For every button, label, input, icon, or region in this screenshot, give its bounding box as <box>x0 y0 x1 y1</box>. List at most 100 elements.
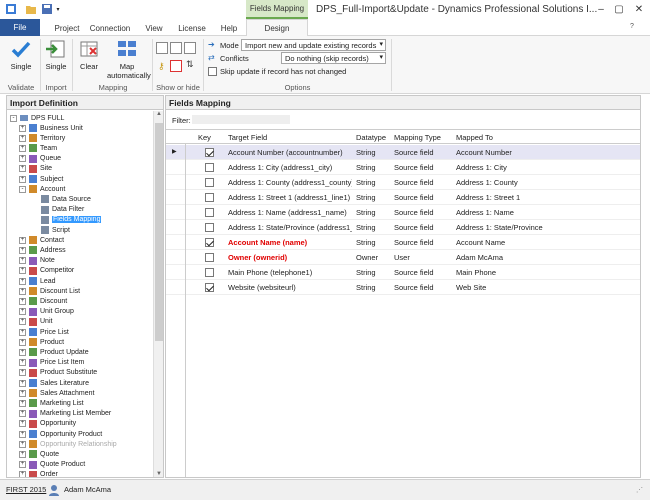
tab-view[interactable]: View <box>140 20 168 36</box>
expand-icon[interactable]: + <box>19 450 26 458</box>
expand-icon[interactable]: + <box>19 246 26 254</box>
column-header-datatype[interactable]: Datatype <box>356 131 386 143</box>
tree-item[interactable]: + Marketing List Member <box>19 409 111 419</box>
expand-icon[interactable]: + <box>19 124 26 132</box>
datatype-cell[interactable]: String <box>356 223 392 232</box>
tree-item[interactable]: + Opportunity Relationship <box>19 439 117 449</box>
tree-item[interactable]: + Competitor <box>19 266 74 276</box>
mapping-type-cell[interactable]: User <box>394 253 454 262</box>
clear-mapping-button[interactable]: Clear <box>76 38 102 71</box>
datatype-cell[interactable]: String <box>356 268 392 277</box>
tab-license[interactable]: License <box>174 20 210 36</box>
tree-item[interactable]: + Sales Literature <box>19 378 89 388</box>
tab-help[interactable]: Help <box>216 20 242 36</box>
tree-root[interactable]: - DPS FULL <box>10 113 64 123</box>
mapped-to-cell[interactable]: Main Phone <box>456 268 636 277</box>
expand-icon[interactable]: + <box>19 318 26 326</box>
mapped-to-cell[interactable]: Adam McAma <box>456 253 636 262</box>
expand-icon[interactable]: + <box>19 134 26 142</box>
expand-icon[interactable]: + <box>19 379 26 387</box>
mapped-to-cell[interactable]: Address 1: County <box>456 178 636 187</box>
key-checkbox[interactable] <box>205 282 214 292</box>
key-checkbox[interactable] <box>205 207 214 217</box>
datatype-cell[interactable]: String <box>356 163 392 172</box>
key-checkbox[interactable] <box>205 222 214 232</box>
tree-item[interactable]: + Opportunity <box>19 419 76 429</box>
resize-grip-icon[interactable]: ⋰ <box>636 486 643 494</box>
skip-update-checkbox[interactable] <box>208 67 217 76</box>
mapping-type-cell[interactable]: Source field <box>394 148 454 157</box>
tree-item[interactable]: + Discount <box>19 296 67 306</box>
tree-item[interactable]: + Unit <box>19 317 52 327</box>
expand-icon[interactable]: + <box>19 308 26 316</box>
collapse-icon[interactable]: - <box>19 185 26 193</box>
table-row[interactable]: Address 1: Name (address1_name) String Sou… <box>166 205 640 220</box>
expand-icon[interactable]: + <box>19 369 26 377</box>
tree-item[interactable]: + Quote <box>19 449 59 459</box>
mapped-to-cell[interactable]: Account Number <box>456 148 636 157</box>
scroll-up-icon[interactable]: ▲ <box>156 111 162 117</box>
tree-item[interactable]: Data Source <box>41 194 91 204</box>
datatype-cell[interactable]: String <box>356 283 392 292</box>
expand-icon[interactable]: + <box>19 257 26 265</box>
tree-item[interactable]: + Site <box>19 164 52 174</box>
key-checkbox[interactable] <box>205 237 214 247</box>
key-checkbox[interactable] <box>205 147 214 157</box>
expand-icon[interactable]: + <box>19 399 26 407</box>
tree-item[interactable]: + Contact <box>19 235 64 245</box>
mapping-type-cell[interactable]: Source field <box>394 193 454 202</box>
tab-connection[interactable]: Connection <box>88 20 132 36</box>
tab-project[interactable]: Project <box>48 20 86 36</box>
table-row[interactable]: Address 1: State/Province (address1_... S… <box>166 220 640 235</box>
tree-item[interactable]: + Unit Group <box>19 307 74 317</box>
tree-item[interactable]: + Product Substitute <box>19 368 97 378</box>
mapping-type-cell[interactable]: Source field <box>394 163 454 172</box>
conflicts-select[interactable]: Do nothing (skip records) ▾ <box>281 52 386 64</box>
datatype-cell[interactable]: Owner <box>356 253 392 262</box>
mapped-to-cell[interactable]: Address 1: City <box>456 163 636 172</box>
expand-icon[interactable]: + <box>19 440 26 448</box>
scrollbar-thumb[interactable] <box>155 123 163 341</box>
filter-input[interactable] <box>192 115 290 124</box>
mapped-to-cell[interactable]: Address 1: Street 1 <box>456 193 636 202</box>
expand-icon[interactable]: + <box>19 471 26 477</box>
tree-item[interactable]: + Territory <box>19 133 65 143</box>
table-row[interactable]: Website (websiteurl) String Source field We… <box>166 280 640 295</box>
tree-item[interactable]: + Team <box>19 143 57 153</box>
datatype-cell[interactable]: String <box>356 208 392 217</box>
column-header-mapping-type[interactable]: Mapping Type <box>394 131 441 143</box>
expand-icon[interactable]: + <box>19 287 26 295</box>
tree-item[interactable]: + Opportunity Product <box>19 429 102 439</box>
expand-icon[interactable]: + <box>19 236 26 244</box>
mapping-type-cell[interactable]: Source field <box>394 178 454 187</box>
open-icon[interactable] <box>24 3 38 15</box>
key-icon[interactable]: ⚷ <box>158 61 165 72</box>
mapping-type-cell[interactable]: Source field <box>394 268 454 277</box>
expand-icon[interactable]: + <box>19 359 26 367</box>
required-fields-icon[interactable] <box>170 60 182 72</box>
tab-file[interactable]: File <box>0 19 40 36</box>
expand-icon[interactable]: + <box>19 277 26 285</box>
mapped-to-cell[interactable]: Web Site <box>456 283 636 292</box>
table-row[interactable]: Address 1: County (address1_county) Strin… <box>166 175 640 190</box>
expand-icon[interactable]: + <box>19 410 26 418</box>
column-header-mapped-to[interactable]: Mapped To <box>456 131 493 143</box>
tree-item[interactable]: + Business Unit <box>19 123 83 133</box>
mapping-type-cell[interactable]: Source field <box>394 208 454 217</box>
mapping-type-cell[interactable]: Source field <box>394 238 454 247</box>
expand-icon[interactable]: + <box>19 144 26 152</box>
collapse-icon[interactable]: - <box>10 114 17 122</box>
import-single-button[interactable]: Single <box>42 38 70 71</box>
expand-icon[interactable]: + <box>19 348 26 356</box>
table-row[interactable]: Address 1: Street 1 (address1_line1) Stri… <box>166 190 640 205</box>
table-row[interactable]: Address 1: City (address1_city) String Sou… <box>166 160 640 175</box>
quick-access-dropdown-icon[interactable]: ▾ <box>54 3 62 15</box>
mode-select[interactable]: Import new and update existing records ▾ <box>241 39 386 51</box>
tree-item[interactable]: + Discount List <box>19 286 80 296</box>
key-checkbox[interactable] <box>205 177 214 187</box>
scroll-down-icon[interactable]: ▼ <box>156 471 162 477</box>
skip-update-checkbox-row[interactable]: Skip update if record has not changed <box>208 67 346 76</box>
tree-item[interactable]: + Price List <box>19 327 69 337</box>
datatype-cell[interactable]: String <box>356 148 392 157</box>
tree-item[interactable]: Data Filter <box>41 205 84 215</box>
